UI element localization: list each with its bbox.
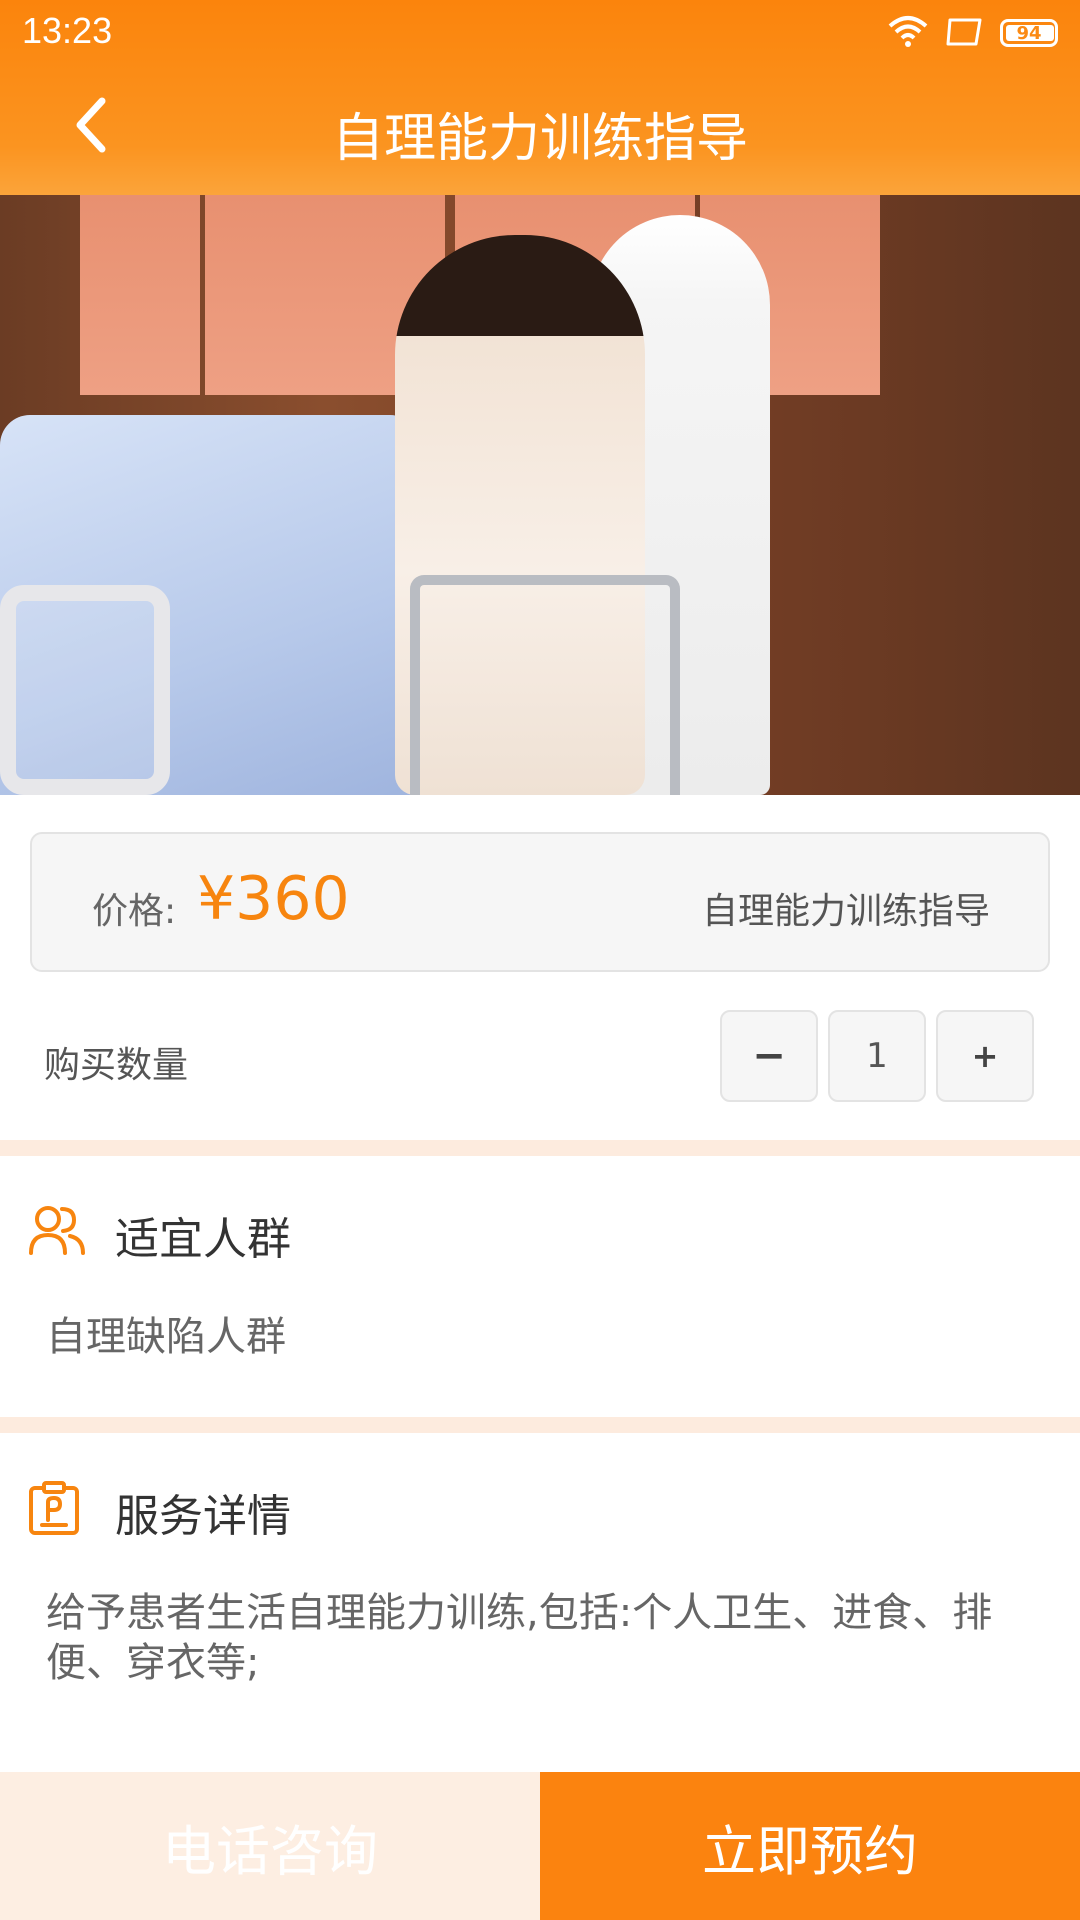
people-icon (28, 1203, 86, 1261)
decrease-quantity-button[interactable]: − (720, 1010, 818, 1102)
details-title: 服务详情 (115, 1491, 291, 1542)
suitable-text: 自理缺陷人群 (46, 1314, 286, 1360)
battery-icon: 94 (1000, 19, 1058, 47)
suitable-title: 适宜人群 (115, 1214, 291, 1265)
bottom-action-bar: 电话咨询 立即预约 (0, 1772, 1080, 1920)
app-header: 13:23 94 自理能力训练指导 (0, 0, 1080, 195)
section-divider (0, 1140, 1080, 1156)
screen-icon (946, 16, 982, 50)
bed-rail-graphic (0, 585, 170, 795)
status-bar: 13:23 94 (0, 0, 1080, 62)
nav-bar: 自理能力训练指导 (0, 62, 1080, 195)
section-divider (0, 1417, 1080, 1433)
page-title: 自理能力训练指导 (331, 109, 748, 169)
quantity-row: 购买数量 − 1 + (0, 1010, 1080, 1104)
book-now-button[interactable]: 立即预约 (540, 1772, 1080, 1920)
phone-consult-button[interactable]: 电话咨询 (0, 1772, 540, 1920)
price-label: 价格: (92, 891, 177, 932)
hero-image (0, 195, 1080, 795)
details-text: 给予患者生活自理能力训练,包括:个人卫生、进食、排便、穿衣等; (46, 1590, 993, 1686)
status-icons: 94 (888, 14, 1058, 52)
service-name: 自理能力训练指导 (701, 891, 990, 932)
wifi-icon (888, 14, 928, 52)
status-time: 13:23 (22, 10, 113, 51)
price-value: ¥360 (197, 864, 350, 934)
walker-graphic (410, 575, 680, 795)
quantity-value[interactable]: 1 (828, 1010, 926, 1102)
increase-quantity-button[interactable]: + (936, 1010, 1034, 1102)
quantity-label: 购买数量 (44, 1045, 189, 1086)
price-card: 价格: ¥360 自理能力训练指导 (30, 832, 1050, 972)
badge-icon (28, 1480, 86, 1538)
battery-level: 94 (1016, 22, 1042, 44)
